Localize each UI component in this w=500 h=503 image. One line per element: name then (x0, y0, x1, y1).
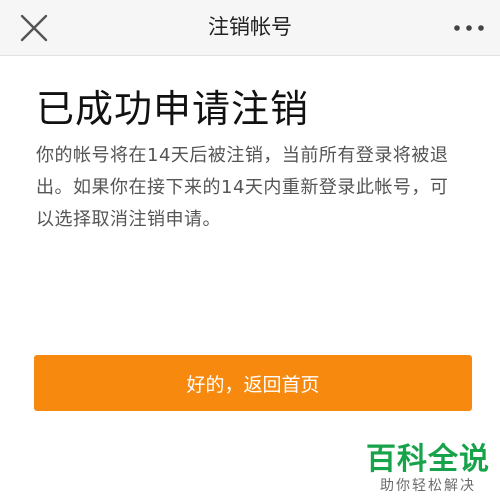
return-home-button[interactable]: 好的，返回首页 (34, 355, 472, 411)
cancellation-description: 你的帐号将在14天后被注销，当前所有登录将被退出。如果你在接下来的14天内重新登… (36, 145, 449, 230)
top-navbar: 注销帐号 (0, 0, 500, 56)
page-title: 注销帐号 (208, 15, 292, 39)
page: 注销帐号 已成功申请注销 你的帐号将在14天后被注销，当前所有登录将被退出。如果… (0, 0, 500, 503)
close-icon (20, 14, 48, 42)
more-button[interactable] (452, 16, 486, 40)
more-dots-icon (454, 25, 484, 31)
watermark-title: 百科全说 (366, 442, 490, 477)
watermark-logo: 百科全说 助你轻松解决 (366, 443, 490, 495)
success-headline: 已成功申请注销 (36, 87, 310, 131)
close-button[interactable] (18, 12, 50, 44)
watermark-subtitle: 助你轻松解决 (380, 478, 476, 494)
